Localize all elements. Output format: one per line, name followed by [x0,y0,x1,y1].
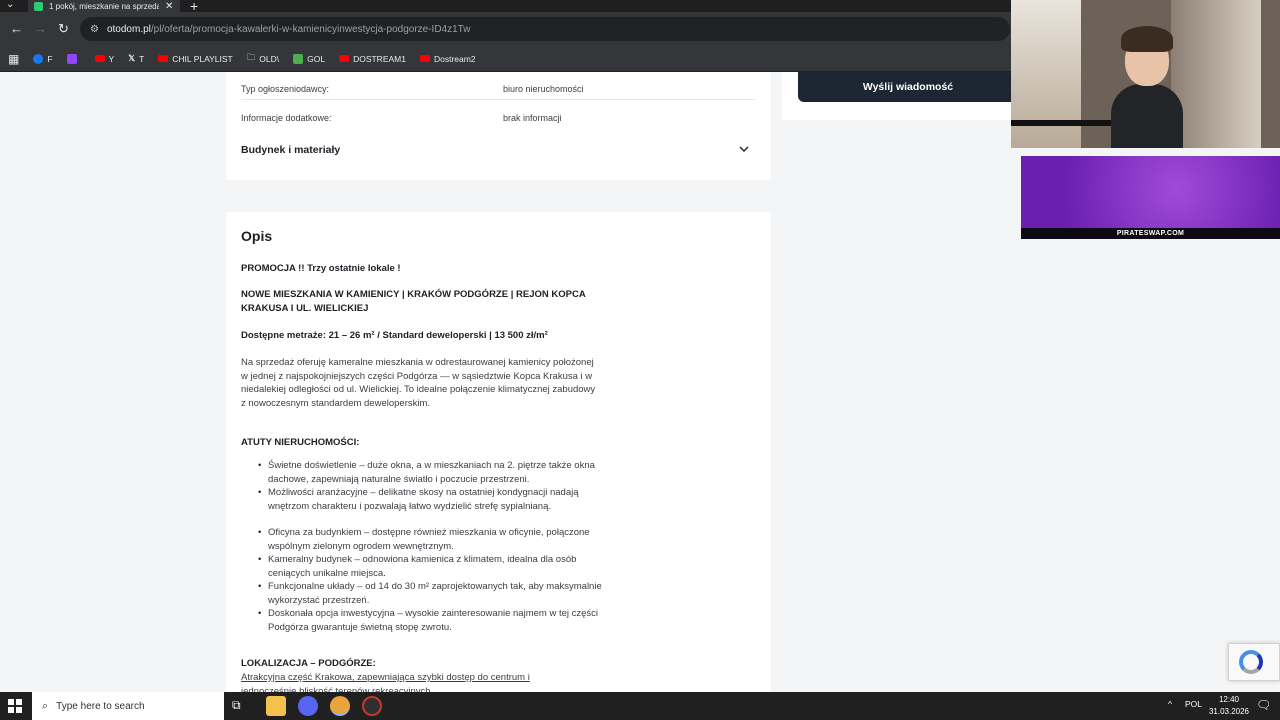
location-title: LOKALIZACJA – PODGÓRZE: [241,658,376,669]
twitch-icon [66,53,77,64]
youtube-icon [158,55,169,62]
obs-icon[interactable] [362,696,382,716]
promo-line: PROMOCJA !! Trzy ostatnie lokale ! [241,263,401,274]
otodom-favicon-icon [34,1,43,11]
send-message-button[interactable]: Wyślij wiadomość [798,72,1018,102]
windows-start-icon[interactable] [8,699,22,713]
banner-text: PIRATESWAP.COM [1021,228,1280,239]
language-indicator[interactable]: POL [1185,699,1202,709]
bookmark-x[interactable]: 𝕏T [128,53,144,64]
chevron-down-icon[interactable] [739,144,749,154]
detail-row-advertiser: Typ ogłoszeniodawcy: biuro nieruchomości [241,72,756,100]
list-item: Możliwości aranżacyjne – delikatne skosy… [258,486,608,513]
clock-time: 12:40 [1218,695,1240,704]
facebook-icon [33,53,44,64]
bookmark-gol[interactable]: GOL [293,53,325,64]
list-item: Oficyna za budynkiem – dostępne również … [258,526,608,553]
detail-value: biuro nieruchomości [503,84,584,94]
sponsor-banner: PIRATESWAP.COM [1021,156,1280,239]
tab-search-icon[interactable]: ⌄ [6,0,14,10]
taskbar-search[interactable]: ⌕ Type here to search [32,692,224,720]
recaptcha-badge[interactable] [1228,643,1280,681]
youtube-icon [419,55,430,62]
back-arrow-icon[interactable]: ← [10,21,23,36]
webcam-curtain [1171,0,1261,148]
bookmark-dostream2[interactable]: Dostream2 [419,54,476,64]
intro-paragraph: Na sprzedaż oferuję kameralne mieszkania… [241,357,596,409]
url-host: otodom.pl [106,23,151,35]
url-path: /pl/oferta/promocja-kawalerki-w-kamienic… [150,23,471,35]
tab-title: 1 pokój, mieszkanie na sprzedaż [49,1,159,11]
close-tab-icon[interactable]: ✕ [165,1,173,12]
chrome-icon[interactable] [330,696,350,716]
bookmark-facebook[interactable]: F [33,53,53,64]
microphone-arm [1011,120,1111,126]
recaptcha-icon [1239,650,1263,674]
details-card: Typ ogłoszeniodawcy: biuro nieruchomości… [226,72,771,180]
browser-tab[interactable]: 1 pokój, mieszkanie na sprzedaż ✕ [28,0,180,12]
detail-value: brak informacji [503,113,562,123]
search-placeholder: Type here to search [56,700,145,712]
webcam-overlay [1011,0,1280,148]
clock-date: 31.03.2026 [1208,707,1250,716]
detail-key: Informacje dodatkowe: [241,113,332,123]
folder-icon: 🗀 [246,51,256,62]
forward-arrow-icon[interactable]: → [34,21,47,36]
tray-overflow-icon[interactable]: ^ [1168,699,1172,709]
bookmark-old-folder[interactable]: 🗀 OLD\ [247,52,279,66]
youtube-icon [339,55,350,62]
clock[interactable]: 12:40 31.03.2026 [1204,694,1254,718]
description-card: Opis PROMOCJA !! Trzy ostatnie lokale ! … [226,212,771,692]
search-icon: ⌕ [42,699,49,712]
reload-icon[interactable]: ↻ [58,21,69,37]
detail-key: Typ ogłoszeniodawcy: [241,84,330,94]
x-icon: 𝕏 [128,53,136,63]
list-item: Kameralny budynek – odnowiona kamienica … [258,553,608,580]
youtube-icon [94,55,105,62]
detail-row-additional: Informacje dodatkowe: brak informacji [241,101,756,129]
streamer [1111,20,1183,148]
description-title: Opis [241,228,273,244]
notifications-icon[interactable]: 🗨 [1256,698,1271,712]
discord-icon[interactable] [298,696,318,716]
apps-grid-icon[interactable]: ▦ [8,52,19,66]
gol-icon [293,53,304,64]
list-item: Funkcjonalne układy – od 14 do 30 m² zap… [258,580,608,607]
task-view-icon[interactable]: ⧉ [232,698,252,718]
location-link[interactable]: Atrakcyjna część Krakowa, zapewniająca s… [241,671,571,692]
address-bar[interactable]: ⚙ otodom.pl /pl/oferta/promocja-kawalerk… [80,17,1010,41]
bookmark-youtube[interactable]: Y [94,54,114,64]
file-explorer-icon[interactable] [266,696,286,716]
sizes-line: Dostępne metraże: 21 – 26 m² / Standard … [241,330,548,341]
bookmark-dostream1[interactable]: DOSTREAM1 [339,54,406,64]
site-info-icon[interactable]: ⚙ [90,24,99,35]
list-item: Świetne doświetlenie – duże okna, a w mi… [258,459,608,486]
bookmark-twitch[interactable] [66,53,81,64]
taskbar: ⌕ Type here to search ⧉ ^ POL 12:40 31.0… [0,692,1280,720]
headline: NOWE MIESZKANIA W KAMIENICY | KRAKÓW POD… [241,289,586,314]
list-item: Doskonała opcja inwestycyjna – wysokie z… [258,607,608,634]
building-materials-toggle[interactable]: Budynek i materiały [241,144,340,156]
bookmark-chil-playlist[interactable]: CHIL PLAYLIST [158,54,233,64]
assets-title: ATUTY NIERUCHOMOŚCI: [241,437,360,448]
